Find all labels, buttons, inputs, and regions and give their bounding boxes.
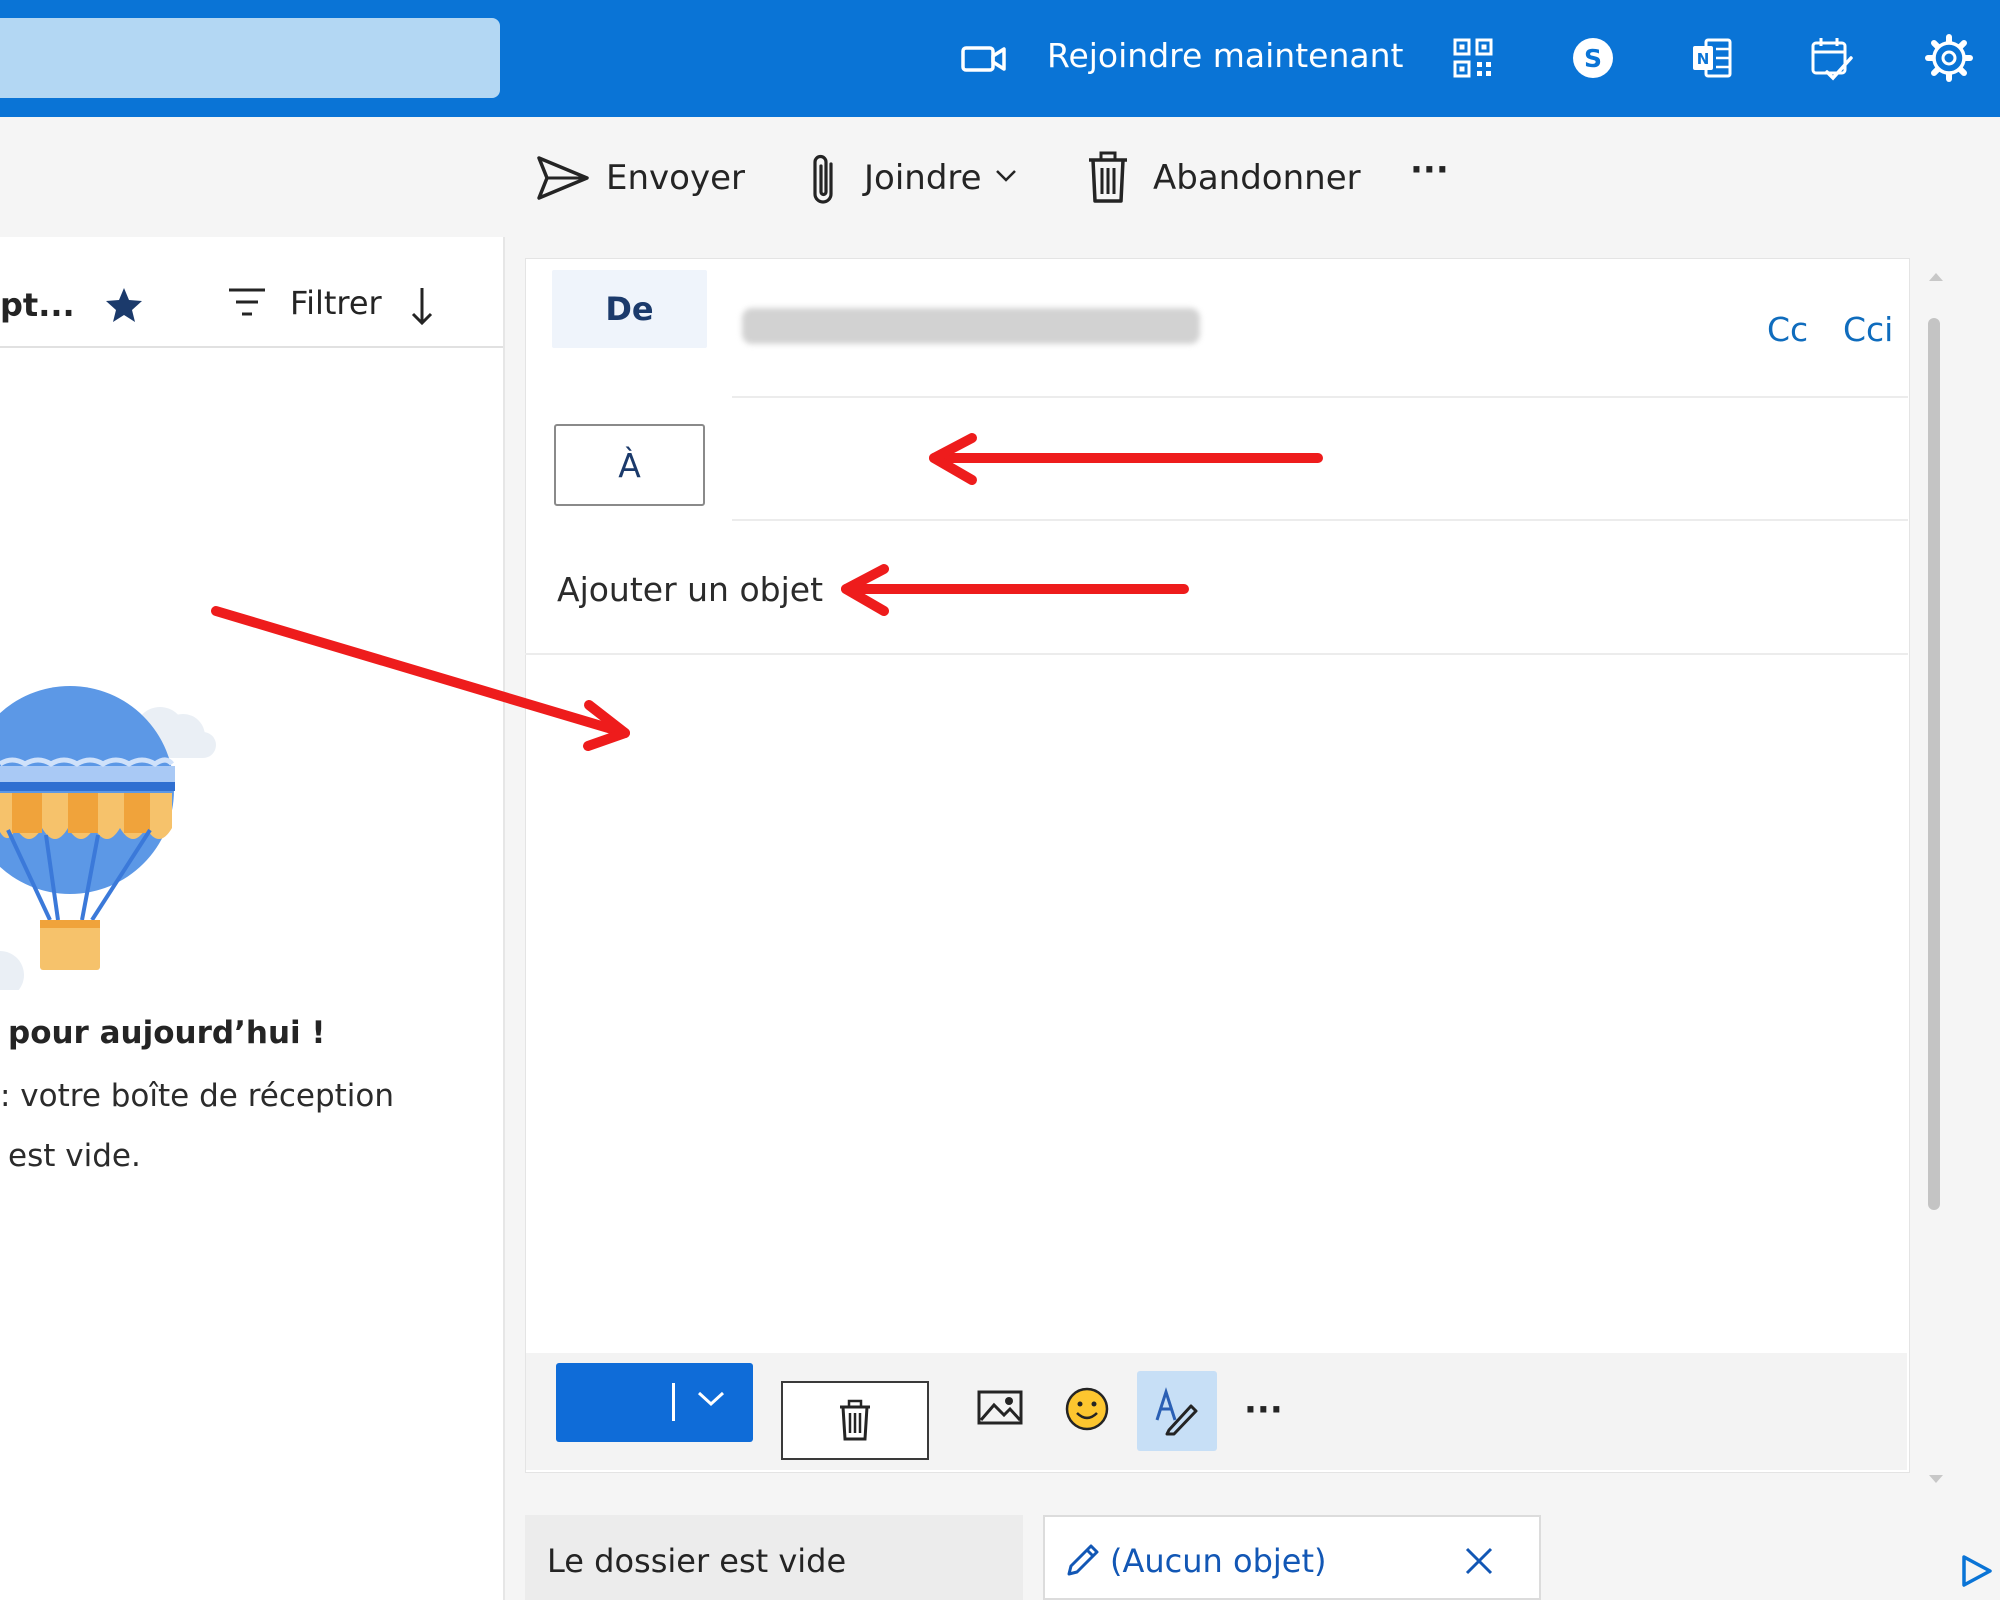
tasks-icon[interactable]: [1805, 32, 1857, 84]
format-text-icon[interactable]: [1151, 1386, 1201, 1436]
paperclip-icon[interactable]: [803, 150, 843, 210]
subject-placeholder[interactable]: Ajouter un objet: [557, 570, 823, 609]
more-options-button[interactable]: ···: [1244, 1390, 1283, 1430]
from-button[interactable]: De: [552, 270, 707, 348]
bcc-button[interactable]: Cci: [1843, 310, 1893, 349]
scroll-down-arrow-icon[interactable]: [1929, 1474, 1943, 1484]
scroll-up-arrow-icon[interactable]: [1929, 272, 1943, 282]
filter-button[interactable]: Filtrer: [290, 284, 382, 322]
cc-button[interactable]: Cc: [1767, 310, 1808, 349]
pencil-icon: [1063, 1540, 1103, 1580]
to-input[interactable]: [732, 398, 1908, 518]
empty-state-title: pour aujourd’hui !: [8, 1015, 326, 1051]
onenote-icon[interactable]: N: [1686, 32, 1738, 84]
search-input[interactable]: [0, 18, 500, 98]
svg-text:S: S: [1584, 44, 1602, 73]
to-button[interactable]: À: [554, 424, 705, 506]
star-icon[interactable]: [103, 284, 145, 326]
chevron-down-icon[interactable]: [994, 168, 1018, 184]
message-body-editor[interactable]: [526, 655, 1907, 1352]
svg-text:N: N: [1697, 50, 1710, 68]
empty-state-text: est vide.: [8, 1138, 141, 1174]
chevron-down-icon[interactable]: [696, 1389, 726, 1409]
scrollbar-thumb[interactable]: [1928, 318, 1940, 1210]
send-button[interactable]: Envoyer: [606, 158, 745, 198]
emoji-icon[interactable]: [1063, 1385, 1111, 1433]
play-icon[interactable]: [1958, 1553, 1994, 1589]
send-icon[interactable]: [533, 152, 593, 204]
gear-icon[interactable]: [1923, 32, 1975, 84]
from-address-redacted: [742, 308, 1200, 344]
hot-air-balloon-illustration: [0, 680, 230, 990]
empty-state-text: : votre boîte de réception: [0, 1078, 395, 1114]
list-header-divider: [0, 346, 503, 348]
join-now-button[interactable]: Rejoindre maintenant: [1047, 36, 1403, 75]
sort-arrow-icon[interactable]: [409, 284, 435, 328]
trash-icon[interactable]: [837, 1398, 873, 1442]
filter-icon[interactable]: [226, 285, 268, 321]
attach-button[interactable]: Joindre: [864, 158, 982, 198]
trash-icon[interactable]: [1085, 148, 1131, 206]
discard-button[interactable]: Abandonner: [1153, 158, 1361, 198]
split-divider: [672, 1383, 675, 1421]
more-options-button[interactable]: ···: [1410, 150, 1449, 190]
qr-code-icon[interactable]: [1447, 32, 1499, 84]
tab-draft-label[interactable]: (Aucun objet): [1110, 1542, 1326, 1580]
close-icon[interactable]: [1463, 1545, 1495, 1577]
insert-picture-icon[interactable]: [976, 1387, 1024, 1427]
video-icon: [960, 40, 1008, 78]
view-selector[interactable]: pt...: [0, 286, 75, 324]
skype-icon[interactable]: S: [1567, 32, 1619, 84]
pane-divider[interactable]: [503, 237, 505, 1600]
tab-folder-label[interactable]: Le dossier est vide: [547, 1542, 846, 1580]
